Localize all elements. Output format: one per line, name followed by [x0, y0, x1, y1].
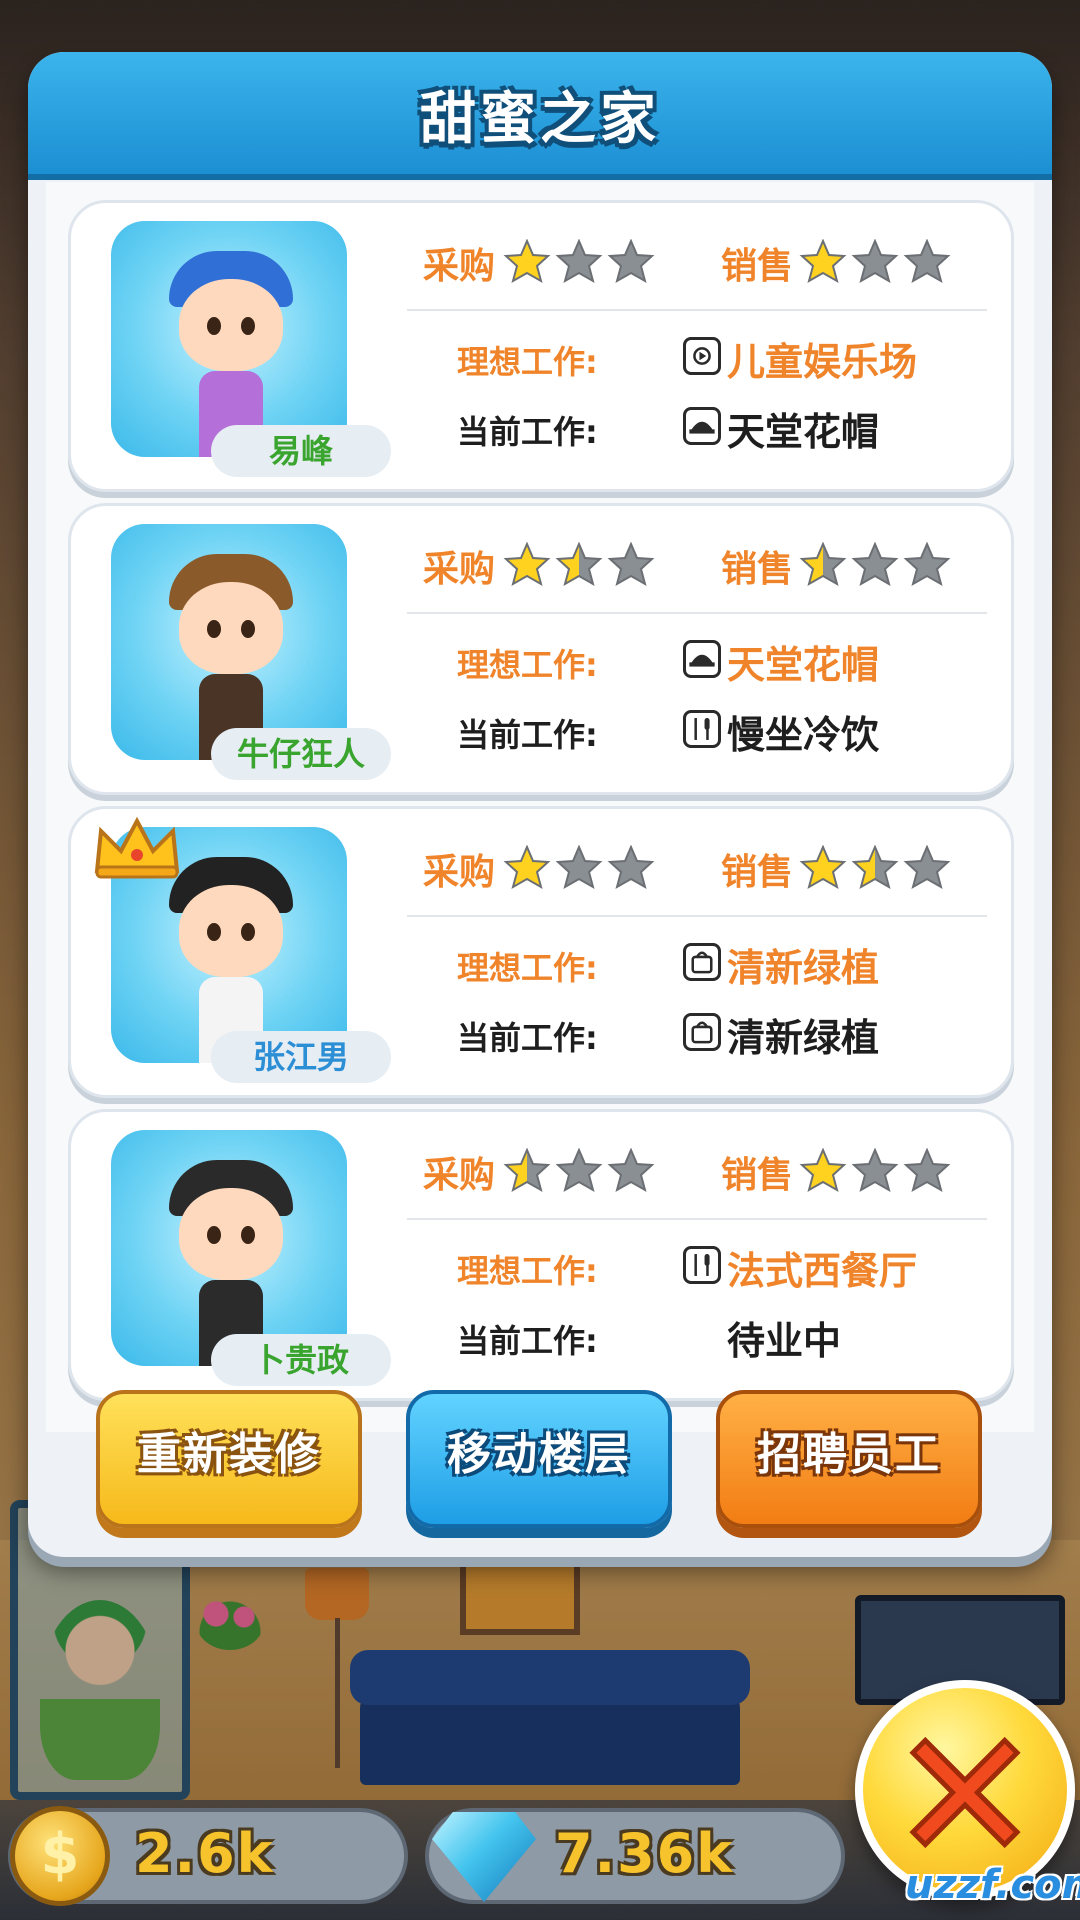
current-job-label: 当前工作: [457, 1019, 598, 1057]
sales-label: 销售 [721, 1155, 794, 1196]
star-icon [903, 1148, 951, 1193]
star-icon [555, 845, 603, 890]
redecorate-button[interactable]: 重新装修 [96, 1390, 362, 1528]
employee-name: 易峰 [211, 425, 391, 477]
star-icon [903, 542, 951, 587]
panel-title: 甜蜜之家 [420, 87, 660, 152]
purchase-label: 采购 [423, 1155, 496, 1196]
purchase-stars [503, 239, 655, 284]
hat-icon [683, 407, 721, 445]
star-icon [903, 845, 951, 890]
hat-icon [683, 640, 721, 678]
star-icon [903, 239, 951, 284]
employee-card[interactable]: 卜贵政 采购 销售理想工作: 法式西餐厅当前工作: 待业中 [68, 1109, 1014, 1401]
purchase-label: 采购 [423, 549, 496, 590]
watermark-logo: uzzf.com [905, 1862, 1080, 1908]
star-icon [607, 542, 655, 587]
current-job-value: 天堂花帽 [727, 410, 880, 454]
star-icon [851, 542, 899, 587]
star-icon [607, 845, 655, 890]
purchase-label: 采购 [423, 852, 496, 893]
star-icon [555, 1148, 603, 1193]
ideal-job-label: 理想工作: [457, 1252, 598, 1290]
ideal-job-value: 清新绿植 [727, 946, 880, 990]
ideal-job-value: 天堂花帽 [727, 643, 880, 687]
sales-stars [799, 845, 951, 890]
star-icon [607, 239, 655, 284]
star-icon [503, 845, 551, 890]
star-icon [607, 1148, 655, 1193]
card-divider [407, 309, 987, 311]
star-icon [851, 1148, 899, 1193]
employee-card[interactable]: 易峰 采购 销售理想工作: 儿童娱乐场当前工作: 天堂花帽 [68, 200, 1014, 492]
current-job-value: 慢坐冷饮 [727, 713, 880, 757]
bag-icon [683, 1013, 721, 1051]
star-icon [555, 542, 603, 587]
star-icon [555, 239, 603, 284]
card-divider [407, 1218, 987, 1220]
bag-icon [683, 943, 721, 981]
employee-avatar [111, 221, 347, 457]
ideal-job-value: 法式西餐厅 [727, 1249, 918, 1293]
current-job-label: 当前工作: [457, 1322, 598, 1360]
panel-header: 甜蜜之家 [28, 52, 1052, 180]
ideal-job-value: 儿童娱乐场 [727, 340, 918, 384]
employee-avatar [111, 1130, 347, 1366]
crown-icon [94, 816, 180, 879]
employee-list[interactable]: 易峰 采购 销售 理想工作: 儿童娱乐场 当前工作: 天堂花帽 牛仔狂人 采购 销售 理想工作: 天堂… [46, 182, 1034, 1432]
coin-count: 2.6k [135, 1822, 275, 1885]
card-divider [407, 915, 987, 917]
card-divider [407, 612, 987, 614]
move-floor-button[interactable]: 移动楼层 [406, 1390, 672, 1528]
star-icon [503, 1148, 551, 1193]
sales-label: 销售 [721, 246, 794, 287]
current-job-label: 当前工作: [457, 716, 598, 754]
star-icon [503, 239, 551, 284]
employee-avatar [111, 524, 347, 760]
purchase-stars [503, 542, 655, 587]
sales-stars [799, 1148, 951, 1193]
star-icon [851, 845, 899, 890]
gem-count: 7.36k [555, 1822, 735, 1885]
purchase-label: 采购 [423, 246, 496, 287]
star-icon [503, 542, 551, 587]
employee-name: 张江男 [211, 1031, 391, 1083]
star-icon [799, 845, 847, 890]
utensils-icon [683, 710, 721, 748]
star-icon [799, 542, 847, 587]
star-icon [851, 239, 899, 284]
sales-stars [799, 239, 951, 284]
close-icon [909, 1736, 1021, 1849]
current-job-label: 当前工作: [457, 413, 598, 451]
employee-card[interactable]: 牛仔狂人 采购 销售理想工作: 天堂花帽当前工作: 慢坐冷饮 [68, 503, 1014, 795]
current-job-value: 清新绿植 [727, 1016, 880, 1060]
current-job-value: 待业中 [727, 1319, 842, 1363]
coin-icon: $ [10, 1806, 110, 1906]
sales-label: 销售 [721, 549, 794, 590]
employee-name: 卜贵政 [211, 1334, 391, 1386]
sales-label: 销售 [721, 852, 794, 893]
star-icon [799, 239, 847, 284]
sales-stars [799, 542, 951, 587]
film-icon [683, 337, 721, 375]
floor-detail-panel: 甜蜜之家 易峰 采购 销售 理想工作: 儿童娱乐场 当前工作: 天堂花帽 牛仔狂人 采购 销售 理想… [28, 52, 1052, 1557]
purchase-stars [503, 845, 655, 890]
employee-name: 牛仔狂人 [211, 728, 391, 780]
utensils-icon [683, 1246, 721, 1284]
ideal-job-label: 理想工作: [457, 646, 598, 684]
employee-card[interactable]: 张江男 采购 销售 理想工作: 清新绿植 当前工作: 清新绿植 [68, 806, 1014, 1098]
star-icon [799, 1148, 847, 1193]
ideal-job-label: 理想工作: [457, 949, 598, 987]
purchase-stars [503, 1148, 655, 1193]
ideal-job-label: 理想工作: [457, 343, 598, 381]
hire-staff-button[interactable]: 招聘员工 [716, 1390, 982, 1528]
